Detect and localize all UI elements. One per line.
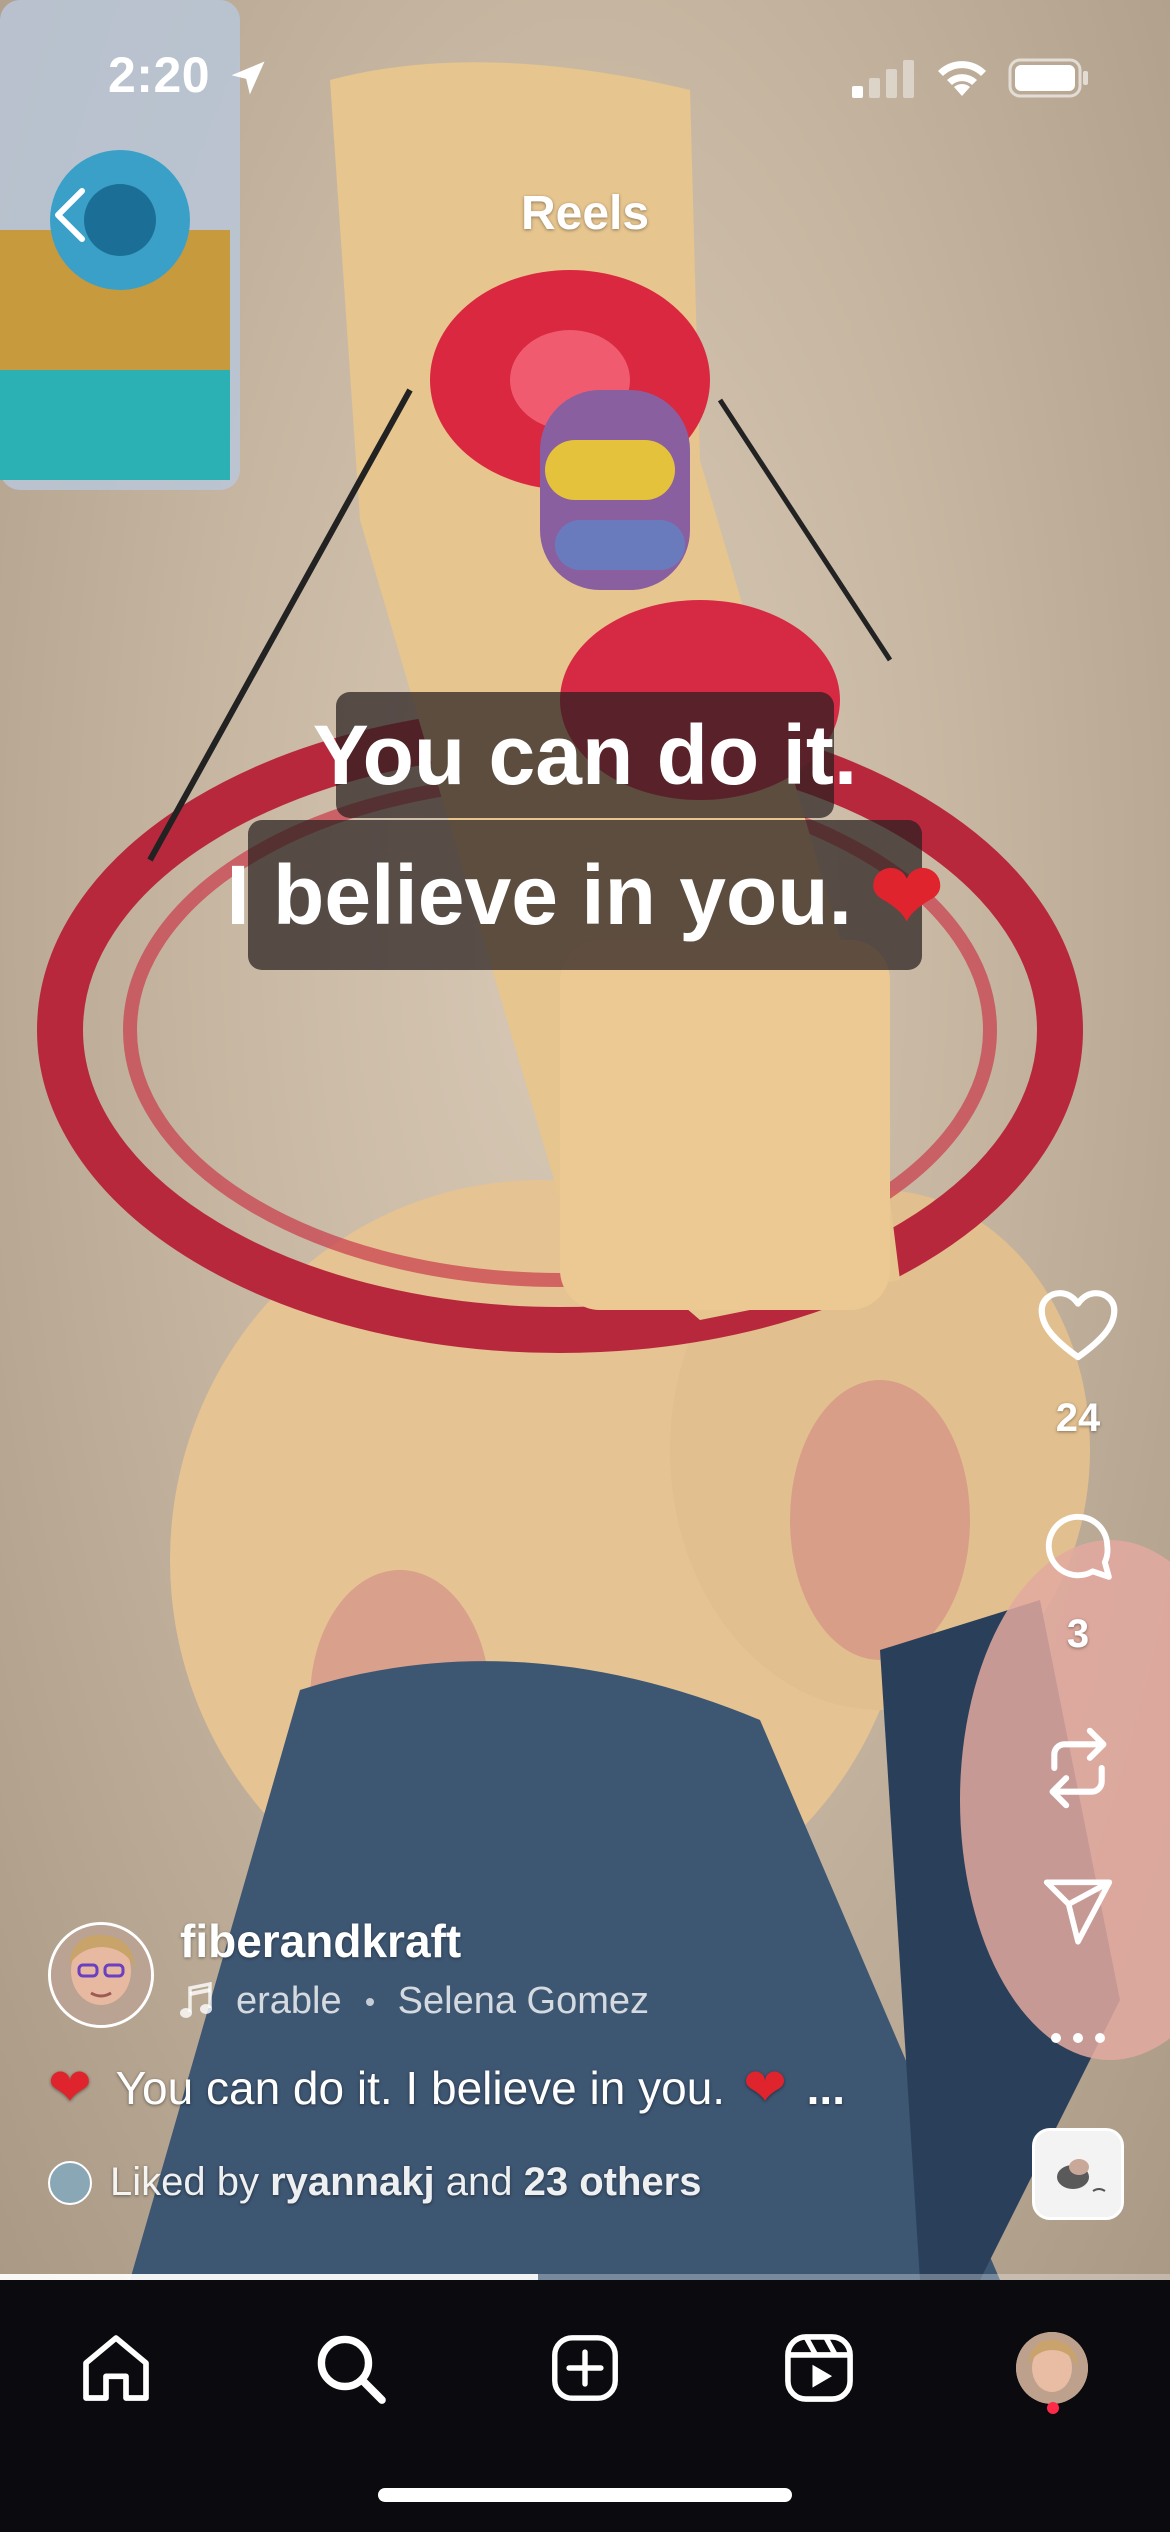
status-bar: 2:20	[0, 0, 1170, 150]
notification-dot	[1047, 2402, 1059, 2414]
liked-prefix: Liked by	[110, 2160, 259, 2204]
share-button[interactable]	[1030, 1864, 1126, 1960]
tab-reels[interactable]	[771, 2320, 867, 2416]
liked-others[interactable]: 23 others	[524, 2160, 702, 2205]
create-icon	[552, 2335, 618, 2401]
music-track: erable	[236, 1980, 342, 2022]
like-button[interactable]	[1030, 1278, 1126, 1374]
reel-video[interactable]	[0, 0, 1170, 2280]
video-caption-line-1: You can do it.	[313, 692, 857, 818]
description-heart-emoji: ❤	[48, 2059, 92, 2117]
author-username[interactable]: fiberandkraft	[180, 1914, 461, 1968]
music-note-icon	[180, 1981, 212, 2018]
heart-icon	[1038, 1290, 1118, 1361]
description-more[interactable]: ...	[807, 2061, 845, 2115]
like-count[interactable]: 24	[1020, 1396, 1136, 1441]
liked-by-avatar	[48, 2160, 92, 2205]
music-artist: Selena Gomez	[397, 1980, 650, 2022]
video-frame	[0, 0, 1170, 2280]
home-icon	[83, 2335, 149, 2401]
caption-heart-emoji: ❤	[869, 845, 944, 945]
repost-icon	[1049, 1727, 1107, 1809]
wifi-icon	[938, 61, 986, 96]
tab-home[interactable]	[68, 2320, 164, 2416]
liked-and: and	[445, 2160, 513, 2204]
comment-button[interactable]	[1030, 1498, 1126, 1594]
more-icon	[1051, 2033, 1105, 2043]
comment-icon	[1045, 1513, 1112, 1580]
music-separator	[365, 1997, 374, 2006]
music-info[interactable]: erable Selena Gomez	[180, 1980, 649, 2023]
video-caption-line-2: I believe in you. ❤	[226, 820, 944, 970]
profile-avatar-image	[1016, 2332, 1088, 2404]
home-indicator[interactable]	[378, 2488, 792, 2502]
battery-icon	[1008, 58, 1088, 98]
audio-cover-image	[1035, 2131, 1121, 2217]
search-icon	[317, 2335, 386, 2404]
send-icon	[1043, 1879, 1113, 1945]
page-title: Reels	[520, 187, 650, 240]
location-arrow-icon	[231, 61, 265, 95]
liked-by[interactable]: Liked by ryannakj and 23 others	[48, 2160, 702, 2205]
more-options-button[interactable]	[1030, 1990, 1126, 2086]
repost-button[interactable]	[1030, 1720, 1126, 1816]
profile-avatar	[1016, 2332, 1088, 2404]
comment-count[interactable]: 3	[1020, 1612, 1136, 1657]
description-text: You can do it. I believe in you.	[115, 2062, 726, 2114]
caption-text-1: You can do it.	[312, 707, 858, 802]
caption-text-2: I believe in you.	[226, 847, 852, 942]
author-avatar[interactable]	[48, 1922, 154, 2028]
description-heart-emoji-end: ❤	[743, 2059, 787, 2117]
reels-icon	[785, 2334, 853, 2402]
status-time: 2:20	[108, 47, 211, 103]
author-avatar-image	[51, 1925, 151, 2025]
liked-user[interactable]: ryannakj	[270, 2160, 435, 2205]
tab-search[interactable]	[302, 2320, 398, 2416]
audio-thumbnail[interactable]	[1032, 2128, 1124, 2220]
tab-create[interactable]	[537, 2320, 633, 2416]
post-description[interactable]: ❤ You can do it. I believe in you. ❤ ...	[48, 2058, 845, 2118]
signal-icon	[852, 60, 914, 98]
